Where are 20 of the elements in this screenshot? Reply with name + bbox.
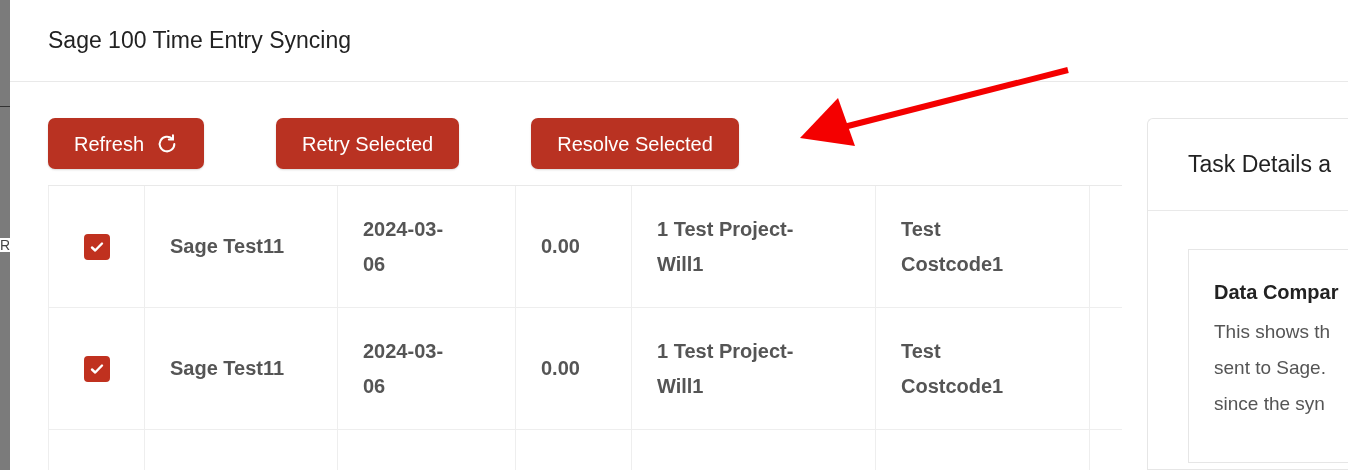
table-cell-text: Sage Test11: [170, 234, 285, 259]
table-cell-text: 1 Test Project-Will1: [657, 216, 795, 277]
description-text: This shows th sent to Sage. since the syn: [1214, 320, 1331, 416]
table-cell-text: Test Costcode1: [901, 216, 1005, 277]
table-cell-text: Sage Test11: [170, 356, 285, 381]
refresh-button[interactable]: Refresh: [48, 118, 205, 169]
table-cell-text: 0.00: [541, 234, 580, 259]
table-cell-text: 2024-03-06: [363, 216, 445, 277]
table-cell-text: Test Costcode1: [901, 338, 1005, 399]
action-button[interactable]: Resolve Selected: [531, 118, 739, 169]
modal-title: Sage 100 Time Entry Syncing: [48, 26, 351, 55]
row-checkbox[interactable]: [83, 233, 110, 260]
table-cell-text: 2024-03-06: [363, 338, 445, 399]
table-cell-text: 1 Test Project-Will1: [657, 338, 795, 399]
row-checkbox[interactable]: [83, 355, 110, 382]
background-text: R: [0, 238, 10, 252]
card-title: Task Details a: [1188, 150, 1332, 179]
table-cell-text: 0.00: [541, 356, 580, 381]
section-title: Data Compar: [1214, 280, 1339, 304]
action-button[interactable]: Retry Selected: [276, 118, 460, 169]
